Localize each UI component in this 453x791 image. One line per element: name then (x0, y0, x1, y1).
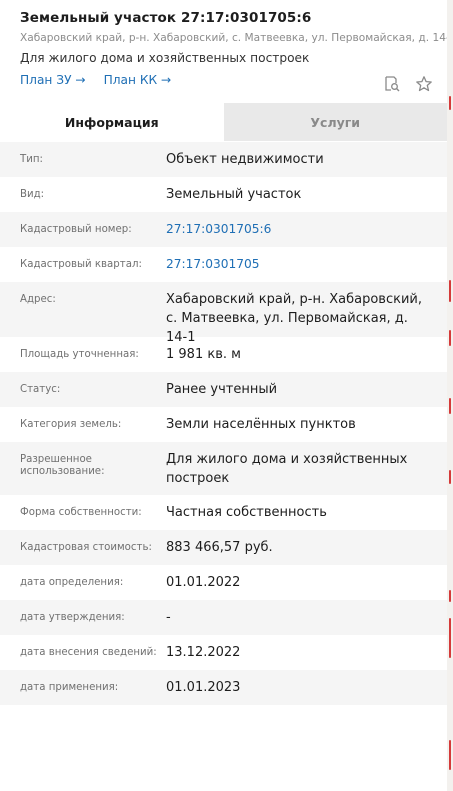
plan-kk-link[interactable]: План КК → (104, 72, 172, 88)
object-address: Хабаровский край, р-н. Хабаровский, с. М… (20, 32, 453, 44)
row-value: Для жилого дома и хозяйственных построек (166, 452, 408, 486)
table-row: Тип: Объект недвижимости (0, 142, 447, 177)
map-boundary-line (449, 280, 451, 302)
header-actions (383, 75, 433, 93)
map-boundary-line (449, 590, 451, 602)
row-value: Частная собственность (166, 505, 327, 520)
row-label: Разрешенное использование: (20, 454, 105, 477)
map-boundary-line (449, 470, 451, 484)
map-boundary-line (449, 740, 451, 770)
row-label: дата внесения сведений: (20, 647, 157, 658)
row-label: Статус: (20, 384, 61, 395)
table-row: Адрес: Хабаровский край, р-н. Хабаровски… (0, 282, 447, 345)
table-row: Кадастровый квартал: 27:17:0301705 (0, 247, 447, 282)
row-label: Кадастровая стоимость: (20, 542, 152, 553)
row-label: дата определения: (20, 577, 124, 588)
table-row: Разрешенное использование: Для жилого до… (0, 442, 447, 495)
row-label: Вид: (20, 189, 45, 200)
row-label: дата применения: (20, 682, 119, 693)
map-boundary-line (449, 398, 451, 414)
table-row: Кадастровая стоимость: 883 466,57 руб. (0, 530, 447, 565)
tab-info[interactable]: Информация (0, 103, 224, 141)
map-boundary-line (449, 330, 451, 346)
tabs: Информация Услуги (0, 103, 447, 141)
row-value: Объект недвижимости (166, 152, 324, 167)
table-row: дата определения: 01.01.2022 (0, 565, 447, 600)
row-label: Тип: (20, 154, 43, 165)
row-value: 13.12.2022 (166, 645, 241, 660)
row-label: Адрес: (20, 294, 56, 305)
info-panel: Земельный участок 27:17:0301705:6 Хабаро… (0, 0, 453, 791)
row-value: - (166, 610, 171, 625)
cadastral-quarter-link[interactable]: 27:17:0301705 (166, 247, 447, 274)
row-value: Земельный участок (166, 187, 302, 202)
cadastral-number-link[interactable]: 27:17:0301705:6 (166, 212, 447, 239)
table-row: Площадь уточненная: 1 981 кв. м (0, 337, 447, 372)
row-value: 1 981 кв. м (166, 347, 241, 362)
plan-zu-link[interactable]: План ЗУ → (20, 72, 86, 88)
table-row: Категория земель: Земли населённых пункт… (0, 407, 447, 442)
table-row: дата утверждения: - (0, 600, 447, 635)
row-value: 01.01.2023 (166, 680, 241, 695)
table-row: дата внесения сведений: 13.12.2022 (0, 635, 447, 670)
properties-table: Тип: Объект недвижимости Вид: Земельный … (0, 142, 447, 705)
map-boundary-line (449, 618, 451, 658)
object-purpose: Для жилого дома и хозяйственных построек (20, 51, 310, 65)
tab-services[interactable]: Услуги (223, 103, 447, 141)
star-icon[interactable] (415, 75, 433, 93)
row-label: Площадь уточненная: (20, 349, 139, 360)
row-value: 01.01.2022 (166, 575, 241, 590)
row-value: Земли населённых пунктов (166, 417, 356, 432)
table-row: дата применения: 01.01.2023 (0, 670, 447, 705)
map-boundary-line (449, 96, 451, 110)
table-row: Кадастровый номер: 27:17:0301705:6 (0, 212, 447, 247)
table-row: Форма собственности: Частная собственнос… (0, 495, 447, 530)
row-value: 883 466,57 руб. (166, 540, 273, 555)
row-label: Кадастровый номер: (20, 224, 132, 235)
row-label: Категория земель: (20, 419, 122, 430)
object-title: Земельный участок 27:17:0301705:6 (20, 10, 312, 26)
search-document-icon[interactable] (383, 75, 401, 93)
map-edge (447, 0, 453, 791)
row-value: Ранее учтенный (166, 382, 278, 397)
table-row: Статус: Ранее учтенный (0, 372, 447, 407)
object-header: Земельный участок 27:17:0301705:6 Хабаро… (0, 0, 453, 102)
table-row: Вид: Земельный участок (0, 177, 447, 212)
row-label: Кадастровый квартал: (20, 259, 142, 270)
row-label: Форма собственности: (20, 507, 142, 518)
row-label: дата утверждения: (20, 612, 125, 623)
